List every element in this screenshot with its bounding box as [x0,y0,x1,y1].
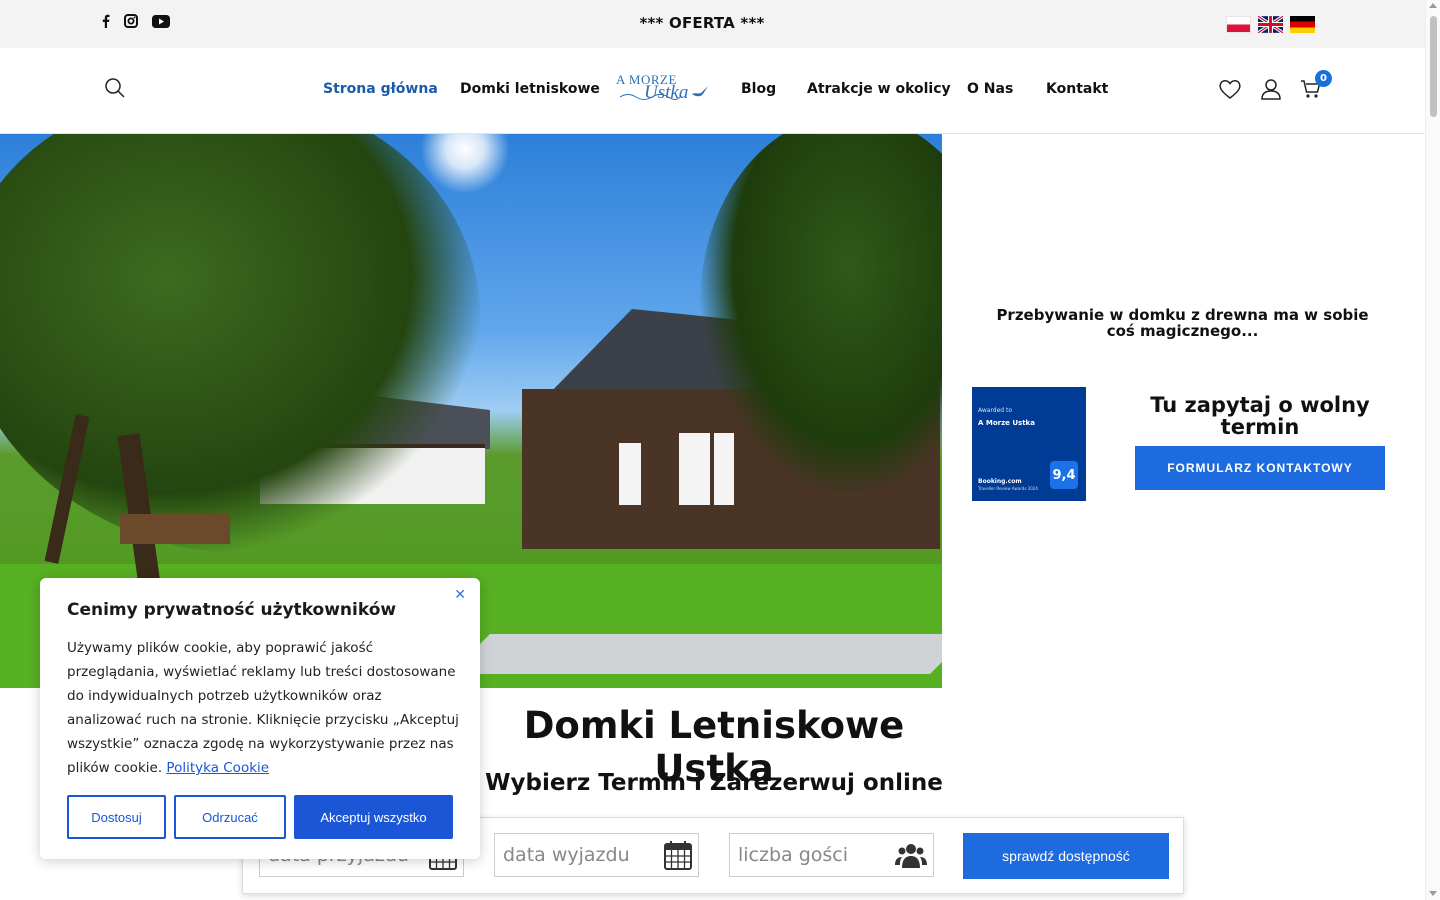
departure-placeholder: data wyjazdu [503,844,630,866]
bird-icon [692,86,708,97]
cookie-text-block: Używamy plików cookie, aby poprawić jako… [67,636,459,780]
flag-uk-icon[interactable] [1257,14,1284,35]
nav-item-contact[interactable]: Kontakt [1046,81,1108,97]
nav-item-home[interactable]: Strona główna [323,81,438,97]
users-group-icon [895,840,927,875]
tagline: Przebywanie w domku z drewna ma w sobie … [996,306,1369,340]
heart-icon[interactable] [1218,78,1242,104]
cookie-title: Cenimy prywatność użytkowników [67,600,397,620]
hero-sun [420,134,510,194]
award-program: Traveller Review Awards 2024 [978,486,1038,491]
wave-icon [620,94,680,100]
cart-icon[interactable]: 0 [1300,70,1332,104]
nav-icons: 0 [1218,70,1332,104]
award-name: A Morze Ustka [978,419,1035,427]
cart-count-badge: 0 [1315,70,1332,87]
main-navigation: Strona główna Domki letniskowe Blog Atra… [0,48,1425,134]
guests-input[interactable]: liczba gości [729,833,934,877]
hero-bench [120,514,230,544]
nav-item-blog[interactable]: Blog [741,81,776,97]
user-icon[interactable] [1260,78,1282,104]
nav-item-about[interactable]: O Nas [967,81,1013,97]
award-brand: Booking.com [978,478,1022,485]
calendar-icon [664,840,692,875]
flag-pl-icon[interactable] [1226,16,1251,33]
page-subtitle: Wybierz Termin i Zarezerwuj online [485,770,943,796]
offer-link[interactable]: *** OFERTA *** [0,14,1404,32]
cookie-customize-button[interactable]: Dostosuj [67,795,166,839]
award-awarded-to: Awarded to [978,407,1013,414]
top-bar: *** OFERTA *** [0,0,1425,48]
nav-item-cottages[interactable]: Domki letniskowe [460,81,600,97]
cookie-consent-dialog: ✕ Cenimy prywatność użytkowników Używamy… [40,578,480,859]
close-icon[interactable]: ✕ [454,587,466,603]
cookie-reject-button[interactable]: Odrzucać [174,795,286,839]
nav-item-attractions[interactable]: Atrakcje w okolicy [807,81,951,97]
scroll-down-arrow-icon[interactable] [1429,891,1437,896]
search-icon[interactable] [104,77,126,103]
hero-path [450,634,942,674]
scroll-thumb[interactable] [1430,16,1437,117]
departure-date-input[interactable]: data wyjazdu [494,833,699,877]
cookie-text: Używamy plików cookie, aby poprawić jako… [67,640,459,776]
booking-award-badge: Awarded to A Morze Ustka Booking.com Tra… [972,387,1086,501]
site-logo[interactable]: A MORZE Ustka [614,72,710,108]
ask-availability-heading: Tu zapytaj o wolny termin [1150,393,1370,439]
cookie-policy-link[interactable]: Polityka Cookie [166,760,269,776]
cookie-accept-button[interactable]: Akceptuj wszystko [294,795,453,839]
page-scrollbar[interactable] [1425,0,1440,900]
check-availability-button[interactable]: sprawdź dostępność [963,833,1169,879]
scroll-up-arrow-icon[interactable] [1429,3,1437,8]
award-score: 9,4 [1050,461,1078,489]
contact-form-button[interactable]: FORMULARZ KONTAKTOWY [1135,446,1385,490]
guests-placeholder: liczba gości [738,844,849,866]
flag-de-icon[interactable] [1290,16,1315,33]
language-switcher [1226,14,1315,35]
